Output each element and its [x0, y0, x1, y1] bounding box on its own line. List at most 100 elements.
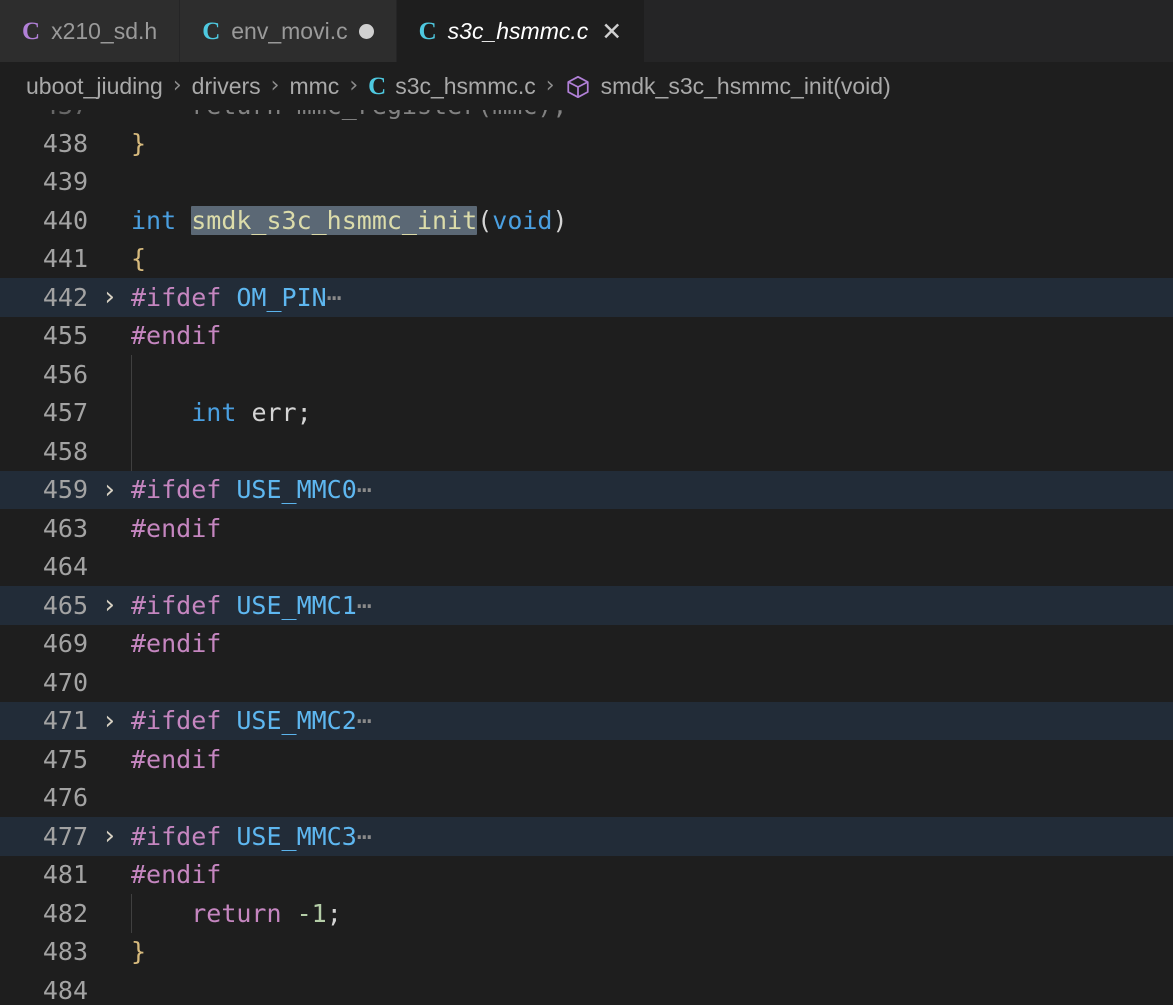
line-number: 469 — [42, 629, 88, 659]
code-token: ( — [477, 205, 493, 235]
code-text: #endif — [131, 862, 1173, 887]
line-number: 483 — [42, 937, 88, 967]
line-number: 440 — [42, 205, 88, 235]
breadcrumb-item-smdk-s3c-hsmmc-init-void-[interactable]: smdk_s3c_hsmmc_init(void) — [565, 73, 891, 99]
code-line[interactable]: 459 › #ifdef USE_MMC0⋯ — [0, 470, 1173, 509]
code-line[interactable]: 455 #endif — [0, 317, 1173, 356]
code-token: err; — [251, 398, 312, 428]
editor-tab-x210-sd-h[interactable]: Cx210_sd.h — [0, 0, 181, 62]
code-token: #ifdef — [131, 282, 237, 312]
code-token: int — [131, 205, 192, 235]
code-line[interactable]: 440 int smdk_s3c_hsmmc_init(void) — [0, 201, 1173, 240]
line-number: 471 — [42, 706, 88, 736]
code-token: #ifdef — [131, 590, 237, 620]
code-token: #endif — [131, 321, 222, 351]
breadcrumb-label: mmc — [289, 72, 340, 99]
code-line[interactable]: 477 › #ifdef USE_MMC3⋯ — [0, 817, 1173, 856]
line-number: 455 — [42, 321, 88, 351]
code-line[interactable]: 438} — [0, 124, 1173, 163]
breadcrumb-item-drivers[interactable]: drivers — [191, 72, 261, 99]
fold-chevron-icon[interactable]: › — [88, 590, 131, 620]
code-line[interactable]: 463 #endif — [0, 509, 1173, 548]
line-number: 457 — [42, 398, 88, 428]
fold-chevron-icon[interactable]: › — [88, 282, 131, 312]
code-text: #ifdef USE_MMC1⋯ — [131, 593, 1173, 618]
code-text: int smdk_s3c_hsmmc_init(void) — [131, 205, 1173, 235]
code-line[interactable]: 482 return -1; — [0, 894, 1173, 933]
editor-tab-env-movi-c[interactable]: Cenv_movi.c — [180, 0, 397, 62]
code-text: return mmc_register(mmc); — [131, 110, 1173, 118]
code-line[interactable]: 456 — [0, 355, 1173, 394]
breadcrumb-separator-icon: › — [545, 73, 555, 98]
code-text: #ifdef USE_MMC3⋯ — [131, 824, 1173, 849]
code-line[interactable]: 441 { — [0, 240, 1173, 279]
code-line[interactable]: 458 — [0, 432, 1173, 471]
code-line-partial: 437 return mmc_register(mmc); — [0, 110, 1173, 125]
code-token: { — [131, 244, 147, 274]
line-number: 458 — [42, 436, 88, 466]
line-number: 456 — [42, 359, 88, 389]
code-token: #endif — [131, 629, 222, 659]
c-file-icon: C — [22, 17, 41, 45]
breadcrumb-item-uboot-jiuding[interactable]: uboot_jiuding — [26, 72, 163, 99]
code-token: #endif — [131, 860, 222, 890]
code-line[interactable]: 465 › #ifdef USE_MMC1⋯ — [0, 586, 1173, 625]
line-number: 481 — [42, 860, 88, 890]
code-editor[interactable]: 437 return mmc_register(mmc); 438} 439 440… — [0, 110, 1173, 1005]
breadcrumb-label: drivers — [191, 72, 261, 99]
fold-chevron-icon[interactable]: › — [88, 821, 131, 851]
breadcrumb-label: uboot_jiuding — [26, 72, 163, 99]
close-icon[interactable]: ✕ — [601, 19, 622, 44]
code-text: #endif — [131, 747, 1173, 772]
editor-tab-bar: Cx210_sd.h Cenv_movi.c Cs3c_hsmmc.c ✕ — [0, 0, 1173, 62]
breadcrumb: uboot_jiuding › drivers › mmc › Cs3c_hsmmc.c › s… — [0, 62, 1173, 110]
code-line[interactable]: 470 — [0, 663, 1173, 702]
code-token: ⋯ — [356, 821, 372, 851]
breadcrumb-item-mmc[interactable]: mmc — [289, 72, 340, 99]
code-line[interactable]: 475 #endif — [0, 740, 1173, 779]
line-number: 464 — [42, 552, 88, 582]
line-number: 437 — [0, 110, 88, 120]
breadcrumb-separator-icon: › — [270, 73, 280, 98]
code-line[interactable]: 439 — [0, 163, 1173, 202]
code-line[interactable]: 464 — [0, 548, 1173, 587]
line-number: 476 — [42, 783, 88, 813]
code-text: #endif — [131, 323, 1173, 348]
breadcrumb-label: s3c_hsmmc.c — [395, 72, 536, 99]
code-line[interactable]: 457 int err; — [0, 393, 1173, 432]
code-token: USE_MMC0 — [236, 475, 357, 505]
line-number: 465 — [42, 590, 88, 620]
tab-bar-empty-area — [645, 0, 1173, 62]
code-line[interactable]: 481 #endif — [0, 856, 1173, 895]
line-number: 470 — [42, 667, 88, 697]
c-file-icon: C — [202, 17, 221, 45]
unsaved-changes-dot-icon[interactable] — [358, 23, 374, 39]
breadcrumb-separator-icon: › — [349, 73, 359, 98]
breadcrumb-item-s3c-hsmmc-c[interactable]: Cs3c_hsmmc.c — [368, 74, 536, 99]
code-token: USE_MMC1 — [236, 590, 357, 620]
code-line[interactable]: 483} — [0, 933, 1173, 972]
line-number: 477 — [42, 821, 88, 851]
code-line[interactable]: 471 › #ifdef USE_MMC2⋯ — [0, 701, 1173, 740]
code-token: return — [191, 898, 297, 928]
fold-chevron-icon[interactable]: › — [88, 706, 131, 736]
code-line[interactable]: 476 — [0, 779, 1173, 818]
code-text: #ifdef USE_MMC0⋯ — [131, 477, 1173, 502]
code-line[interactable]: 469 #endif — [0, 625, 1173, 664]
c-file-icon: C — [368, 72, 387, 100]
fold-chevron-icon[interactable]: › — [88, 475, 131, 505]
code-line[interactable]: 484 — [0, 971, 1173, 1005]
code-token: #ifdef — [131, 706, 237, 736]
line-number: 484 — [42, 975, 88, 1005]
code-token: #ifdef — [131, 475, 237, 505]
line-number: 439 — [42, 167, 88, 197]
symbol-function-icon — [565, 74, 591, 100]
code-token: -1 — [296, 898, 327, 928]
code-token: #endif — [131, 513, 222, 543]
editor-tab-s3c-hsmmc-c[interactable]: Cs3c_hsmmc.c ✕ — [396, 0, 646, 62]
code-token: #endif — [131, 744, 222, 774]
code-line[interactable]: 442 › #ifdef OM_PIN⋯ — [0, 278, 1173, 317]
code-text: int err; — [131, 400, 1173, 425]
